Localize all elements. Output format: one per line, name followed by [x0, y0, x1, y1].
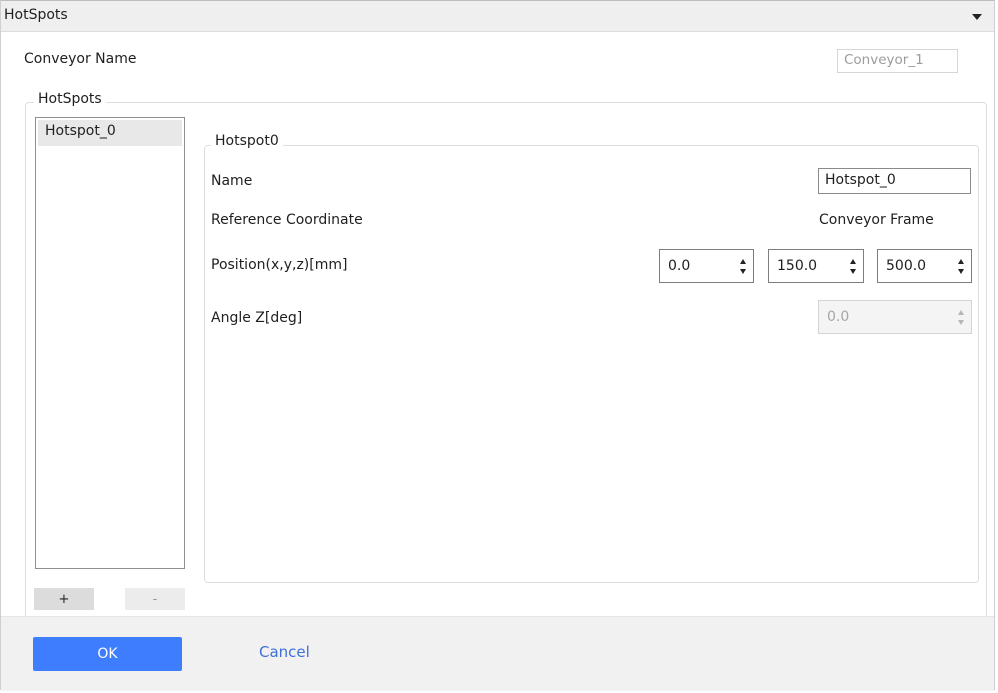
cancel-button[interactable]: Cancel	[259, 643, 310, 661]
name-label: Name	[211, 173, 253, 189]
remove-hotspot-button[interactable]: -	[125, 588, 185, 610]
hotspot-list[interactable]: Hotspot_0	[35, 117, 185, 569]
angle-z-spinbox: 0.0	[818, 300, 972, 334]
conveyor-name-label: Conveyor Name	[24, 51, 137, 67]
spin-arrows-icon[interactable]	[739, 259, 747, 275]
position-z-value: 500.0	[886, 258, 927, 274]
hotspots-dialog: HotSpots Conveyor Name Conveyor_1 HotSpo…	[0, 0, 995, 691]
hotspot-detail-title: Hotspot0	[211, 133, 283, 149]
position-z-spinbox[interactable]: 500.0	[877, 249, 972, 283]
add-hotspot-button[interactable]: +	[34, 588, 94, 610]
hotspot-detail-groupbox	[204, 145, 979, 583]
spin-arrows-icon[interactable]	[849, 259, 857, 275]
hotspots-group-title: HotSpots	[34, 91, 106, 107]
angle-z-value: 0.0	[827, 309, 850, 325]
angle-z-label: Angle Z[deg]	[211, 310, 303, 326]
list-item[interactable]: Hotspot_0	[38, 120, 182, 146]
window-title: HotSpots	[4, 7, 68, 23]
ok-button[interactable]: OK	[33, 637, 182, 671]
hotspot-name-input[interactable]: Hotspot_0	[818, 168, 971, 194]
dialog-footer: OK Cancel	[1, 616, 994, 691]
spin-arrows-icon[interactable]	[957, 259, 965, 275]
position-x-value: 0.0	[668, 258, 691, 274]
position-y-spinbox[interactable]: 150.0	[768, 249, 864, 283]
position-x-spinbox[interactable]: 0.0	[659, 249, 754, 283]
spin-arrows-icon	[957, 310, 965, 326]
reference-coordinate-label: Reference Coordinate	[211, 212, 363, 228]
chevron-down-icon[interactable]	[972, 14, 982, 20]
reference-coordinate-value: Conveyor Frame	[819, 212, 934, 228]
conveyor-name-field: Conveyor_1	[837, 49, 958, 73]
title-bar: HotSpots	[1, 1, 994, 32]
position-label: Position(x,y,z)[mm]	[211, 257, 348, 273]
position-y-value: 150.0	[777, 258, 818, 274]
